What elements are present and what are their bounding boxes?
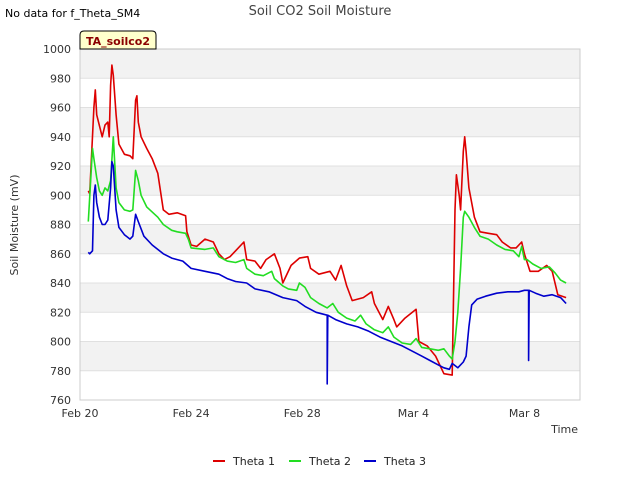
x-axis-label: Time: [550, 423, 578, 436]
grid-band: [80, 283, 580, 313]
grid-band: [80, 107, 580, 137]
y-tick-label: 780: [50, 365, 71, 378]
x-axis-ticks: Feb 20 Feb 24 Feb 28 Mar 4 Mar 8: [62, 407, 541, 420]
x-tick-label: Mar 4: [398, 407, 429, 420]
badge: TA_soilco2: [79, 30, 157, 50]
y-tick-label: 940: [50, 131, 71, 144]
chart: Soil CO2 Soil Moisture 760 780 800 820 840 86…: [8, 4, 581, 468]
legend: Theta 1 Theta 2 Theta 3: [213, 455, 426, 468]
y-tick-label: 820: [50, 306, 71, 319]
grid-bands: [80, 49, 580, 371]
y-tick-label: 860: [50, 248, 71, 261]
x-tick-label: Mar 8: [509, 407, 540, 420]
y-tick-label: 1000: [43, 43, 71, 56]
grid-band: [80, 166, 580, 196]
y-tick-label: 920: [50, 160, 71, 173]
grid-band: [80, 341, 580, 371]
y-tick-label: 760: [50, 394, 71, 407]
y-tick-label: 840: [50, 277, 71, 290]
legend-item-2: Theta 2: [289, 455, 351, 468]
x-tick-label: Feb 28: [284, 407, 321, 420]
grid-band: [80, 49, 580, 79]
chart-title: Soil CO2 Soil Moisture: [249, 4, 392, 19]
x-tick-label: Feb 20: [62, 407, 99, 420]
y-tick-label: 880: [50, 219, 71, 232]
legend-label: Theta 1: [232, 455, 275, 468]
legend-item-3: Theta 3: [364, 455, 426, 468]
legend-label: Theta 3: [383, 455, 426, 468]
y-tick-label: 980: [50, 72, 71, 85]
x-tick-label: Feb 24: [173, 407, 210, 420]
legend-label: Theta 2: [308, 455, 351, 468]
y-axis-label: Soil Moisture (mV): [8, 175, 21, 276]
y-tick-label: 900: [50, 189, 71, 202]
y-axis-ticks: 760 780 800 820 840 860 880 900 920 940 960 980 1000: [43, 43, 71, 407]
legend-item-1: Theta 1: [213, 455, 275, 468]
y-tick-label: 800: [50, 336, 71, 349]
y-tick-label: 960: [50, 102, 71, 115]
badge-label: TA_soilco2: [86, 35, 150, 48]
